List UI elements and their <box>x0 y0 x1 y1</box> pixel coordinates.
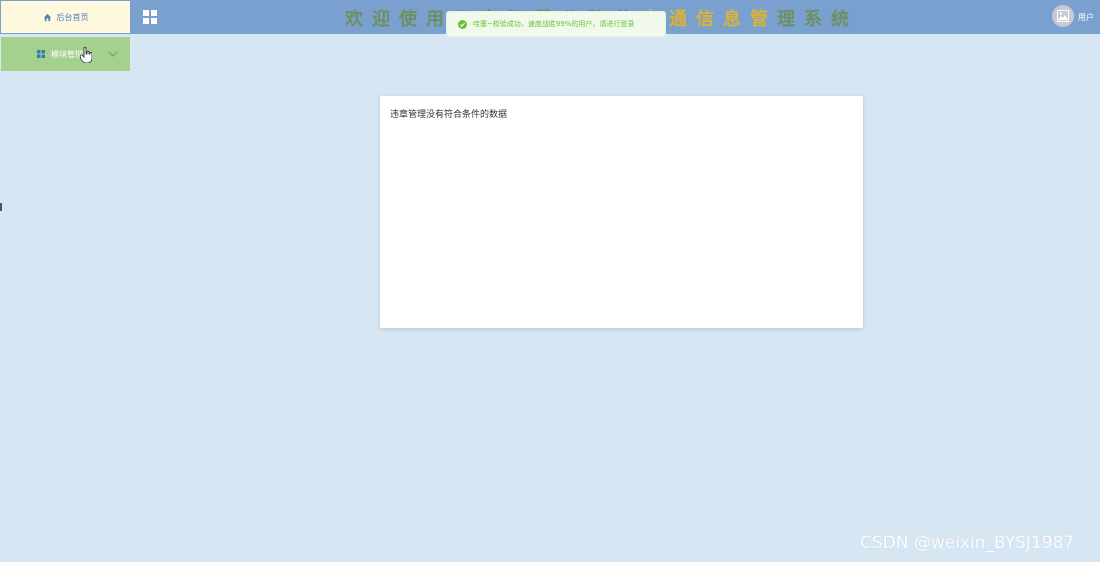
sidebar-item-label: 模块管理 <box>51 49 83 59</box>
modules-icon <box>37 50 45 58</box>
success-toast: 哇塞~校验成功，速度战胜99%的用户，请进行登录 <box>446 11 666 37</box>
sidebar-item-modules[interactable]: 模块管理 <box>1 37 130 71</box>
home-link-label: 后台首页 <box>56 12 89 22</box>
check-circle-icon <box>458 19 467 29</box>
content-card: 违章管理没有符合条件的数据 <box>380 96 863 328</box>
edge-marker <box>0 203 2 211</box>
home-link[interactable]: 后台首页 <box>1 1 130 33</box>
home-icon <box>43 13 51 21</box>
title-char: 使 <box>399 9 426 30</box>
title-char: 迎 <box>372 9 399 30</box>
user-label[interactable]: 用户 <box>1078 12 1094 23</box>
title-char: 理 <box>777 9 804 30</box>
title-char: 信 <box>696 9 723 30</box>
user-avatar[interactable] <box>1052 5 1074 27</box>
toast-message: 哇塞~校验成功，速度战胜99%的用户，请进行登录 <box>473 20 635 28</box>
empty-data-message: 违章管理没有符合条件的数据 <box>390 110 508 120</box>
title-char: 息 <box>723 9 750 30</box>
chevron-down-icon <box>108 51 118 57</box>
image-icon <box>1057 10 1069 22</box>
title-char: 欢 <box>345 9 372 30</box>
hand-cursor-icon <box>80 47 92 63</box>
grid-icon[interactable] <box>143 10 157 24</box>
title-char: 系 <box>804 9 831 30</box>
title-char: 统 <box>831 9 858 30</box>
title-char: 管 <box>750 9 777 30</box>
title-char: 通 <box>669 9 696 30</box>
watermark: CSDN @weixin_BYSJ1987 <box>860 533 1075 553</box>
